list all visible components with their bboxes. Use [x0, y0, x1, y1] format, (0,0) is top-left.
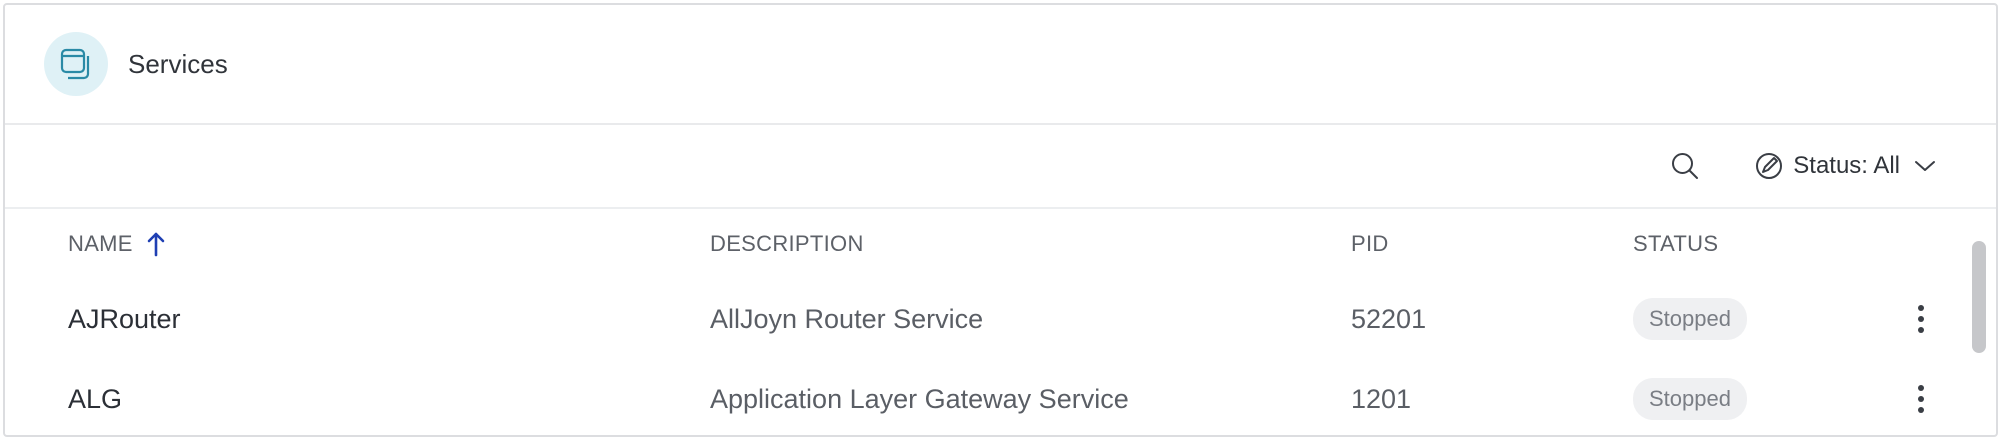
column-header-name[interactable]: NAME [68, 209, 165, 279]
row-actions-button[interactable] [1906, 299, 1936, 339]
services-icon [44, 32, 108, 96]
status-badge: Stopped [1633, 378, 1747, 420]
status-filter-label: Status: All [1793, 152, 1900, 179]
service-name: ALG [68, 383, 123, 414]
service-pid: 1201 [1351, 383, 1412, 414]
status-filter-dropdown[interactable]: Status: All [1755, 152, 1936, 180]
sort-ascending-icon [147, 231, 165, 257]
table-header-row: NAME DESCRIPTION PID STATUS [5, 209, 1996, 279]
more-vertical-icon [1918, 305, 1924, 333]
service-pid: 52201 [1351, 303, 1427, 334]
service-description: Application Layer Gateway Service [710, 383, 1129, 414]
service-description: AllJoyn Router Service [710, 303, 984, 334]
panel-header: Services [5, 5, 1996, 125]
services-panel: Services Status: All NAME DESCRIPTION PI… [3, 3, 1998, 437]
search-button[interactable] [1665, 146, 1705, 186]
chevron-down-icon [1914, 159, 1936, 173]
toolbar: Status: All [5, 125, 1996, 209]
column-header-status[interactable]: STATUS [1633, 209, 1718, 279]
table-row[interactable]: ALG Application Layer Gateway Service 12… [5, 359, 1996, 435]
row-actions-button[interactable] [1906, 379, 1936, 419]
services-table: NAME DESCRIPTION PID STATUS AJRouter All… [5, 209, 1996, 435]
column-header-description[interactable]: DESCRIPTION [710, 209, 864, 279]
status-badge: Stopped [1633, 298, 1747, 340]
search-icon [1672, 153, 1699, 179]
vertical-scrollbar[interactable] [1972, 241, 1986, 353]
page-title: Services [128, 48, 228, 79]
filter-icon [1756, 153, 1783, 179]
table-row[interactable]: AJRouter AllJoyn Router Service 52201 St… [5, 279, 1996, 359]
column-header-pid[interactable]: PID [1351, 209, 1389, 279]
service-name: AJRouter [68, 303, 181, 334]
more-vertical-icon [1918, 385, 1924, 413]
